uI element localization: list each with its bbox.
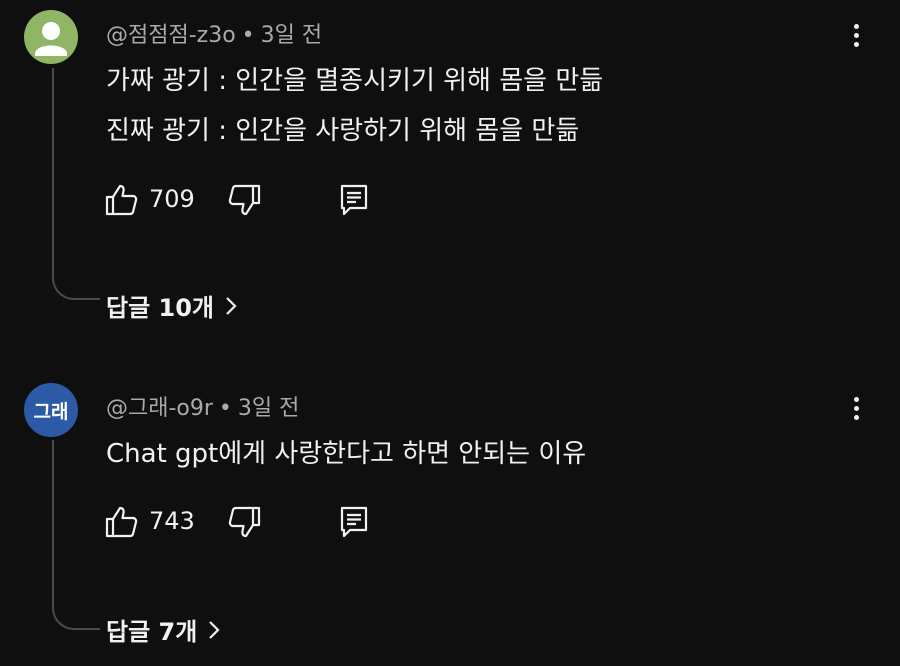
view-replies-button[interactable]: 답글 10개 (106, 288, 238, 323)
more-vertical-icon[interactable] (852, 24, 860, 47)
reply-icon[interactable] (336, 504, 372, 540)
author-handle[interactable]: @점점점-z3o (106, 23, 236, 48)
thread-connector (52, 440, 100, 630)
view-replies-button[interactable]: 답글 7개 (106, 612, 221, 647)
meta-separator: • (241, 23, 255, 48)
replies-label: 답글 10개 (106, 294, 214, 322)
comment-time: 3일 전 (260, 23, 323, 48)
comment-thread: 그래 @그래-o9r • 3일 전 Chat gpt에게 사랑한다고 하면 안되는 … (0, 370, 900, 666)
thumbs-up-icon[interactable] (104, 182, 140, 218)
default-avatar-icon (35, 22, 67, 56)
thumbs-down-icon[interactable] (226, 182, 262, 218)
comment-text-line: 진짜 광기 : 인간을 사랑하기 위해 몸을 만듦 (106, 116, 580, 146)
replies-label: 답글 7개 (106, 618, 198, 646)
meta-separator: • (218, 396, 232, 421)
comment-thread: @점점점-z3o • 3일 전 가짜 광기 : 인간을 멸종시키기 위해 몸을 만듦… (0, 0, 900, 340)
comment-text-line: Chat gpt에게 사랑한다고 하면 안되는 이유 (106, 439, 587, 469)
chevron-right-icon (226, 296, 237, 315)
comment-meta: @점점점-z3o • 3일 전 (106, 17, 322, 49)
comments-page: @점점점-z3o • 3일 전 가짜 광기 : 인간을 멸종시키기 위해 몸을 만듦… (0, 0, 900, 666)
like-count: 743 (149, 507, 195, 535)
thread-connector (52, 68, 100, 300)
reply-icon[interactable] (336, 182, 372, 218)
author-handle[interactable]: @그래-o9r (106, 396, 213, 421)
more-vertical-icon[interactable] (852, 397, 860, 420)
chevron-right-icon (209, 620, 220, 639)
avatar-initials: 그래 (33, 400, 69, 423)
comment-time: 3일 전 (237, 396, 300, 421)
thumbs-up-icon[interactable] (104, 504, 140, 540)
avatar[interactable]: 그래 (24, 383, 78, 437)
thumbs-down-icon[interactable] (226, 504, 262, 540)
avatar[interactable] (24, 10, 78, 64)
like-count: 709 (149, 185, 195, 213)
comment-meta: @그래-o9r • 3일 전 (106, 390, 299, 422)
comment-text-line: 가짜 광기 : 인간을 멸종시키기 위해 몸을 만듦 (106, 66, 604, 96)
